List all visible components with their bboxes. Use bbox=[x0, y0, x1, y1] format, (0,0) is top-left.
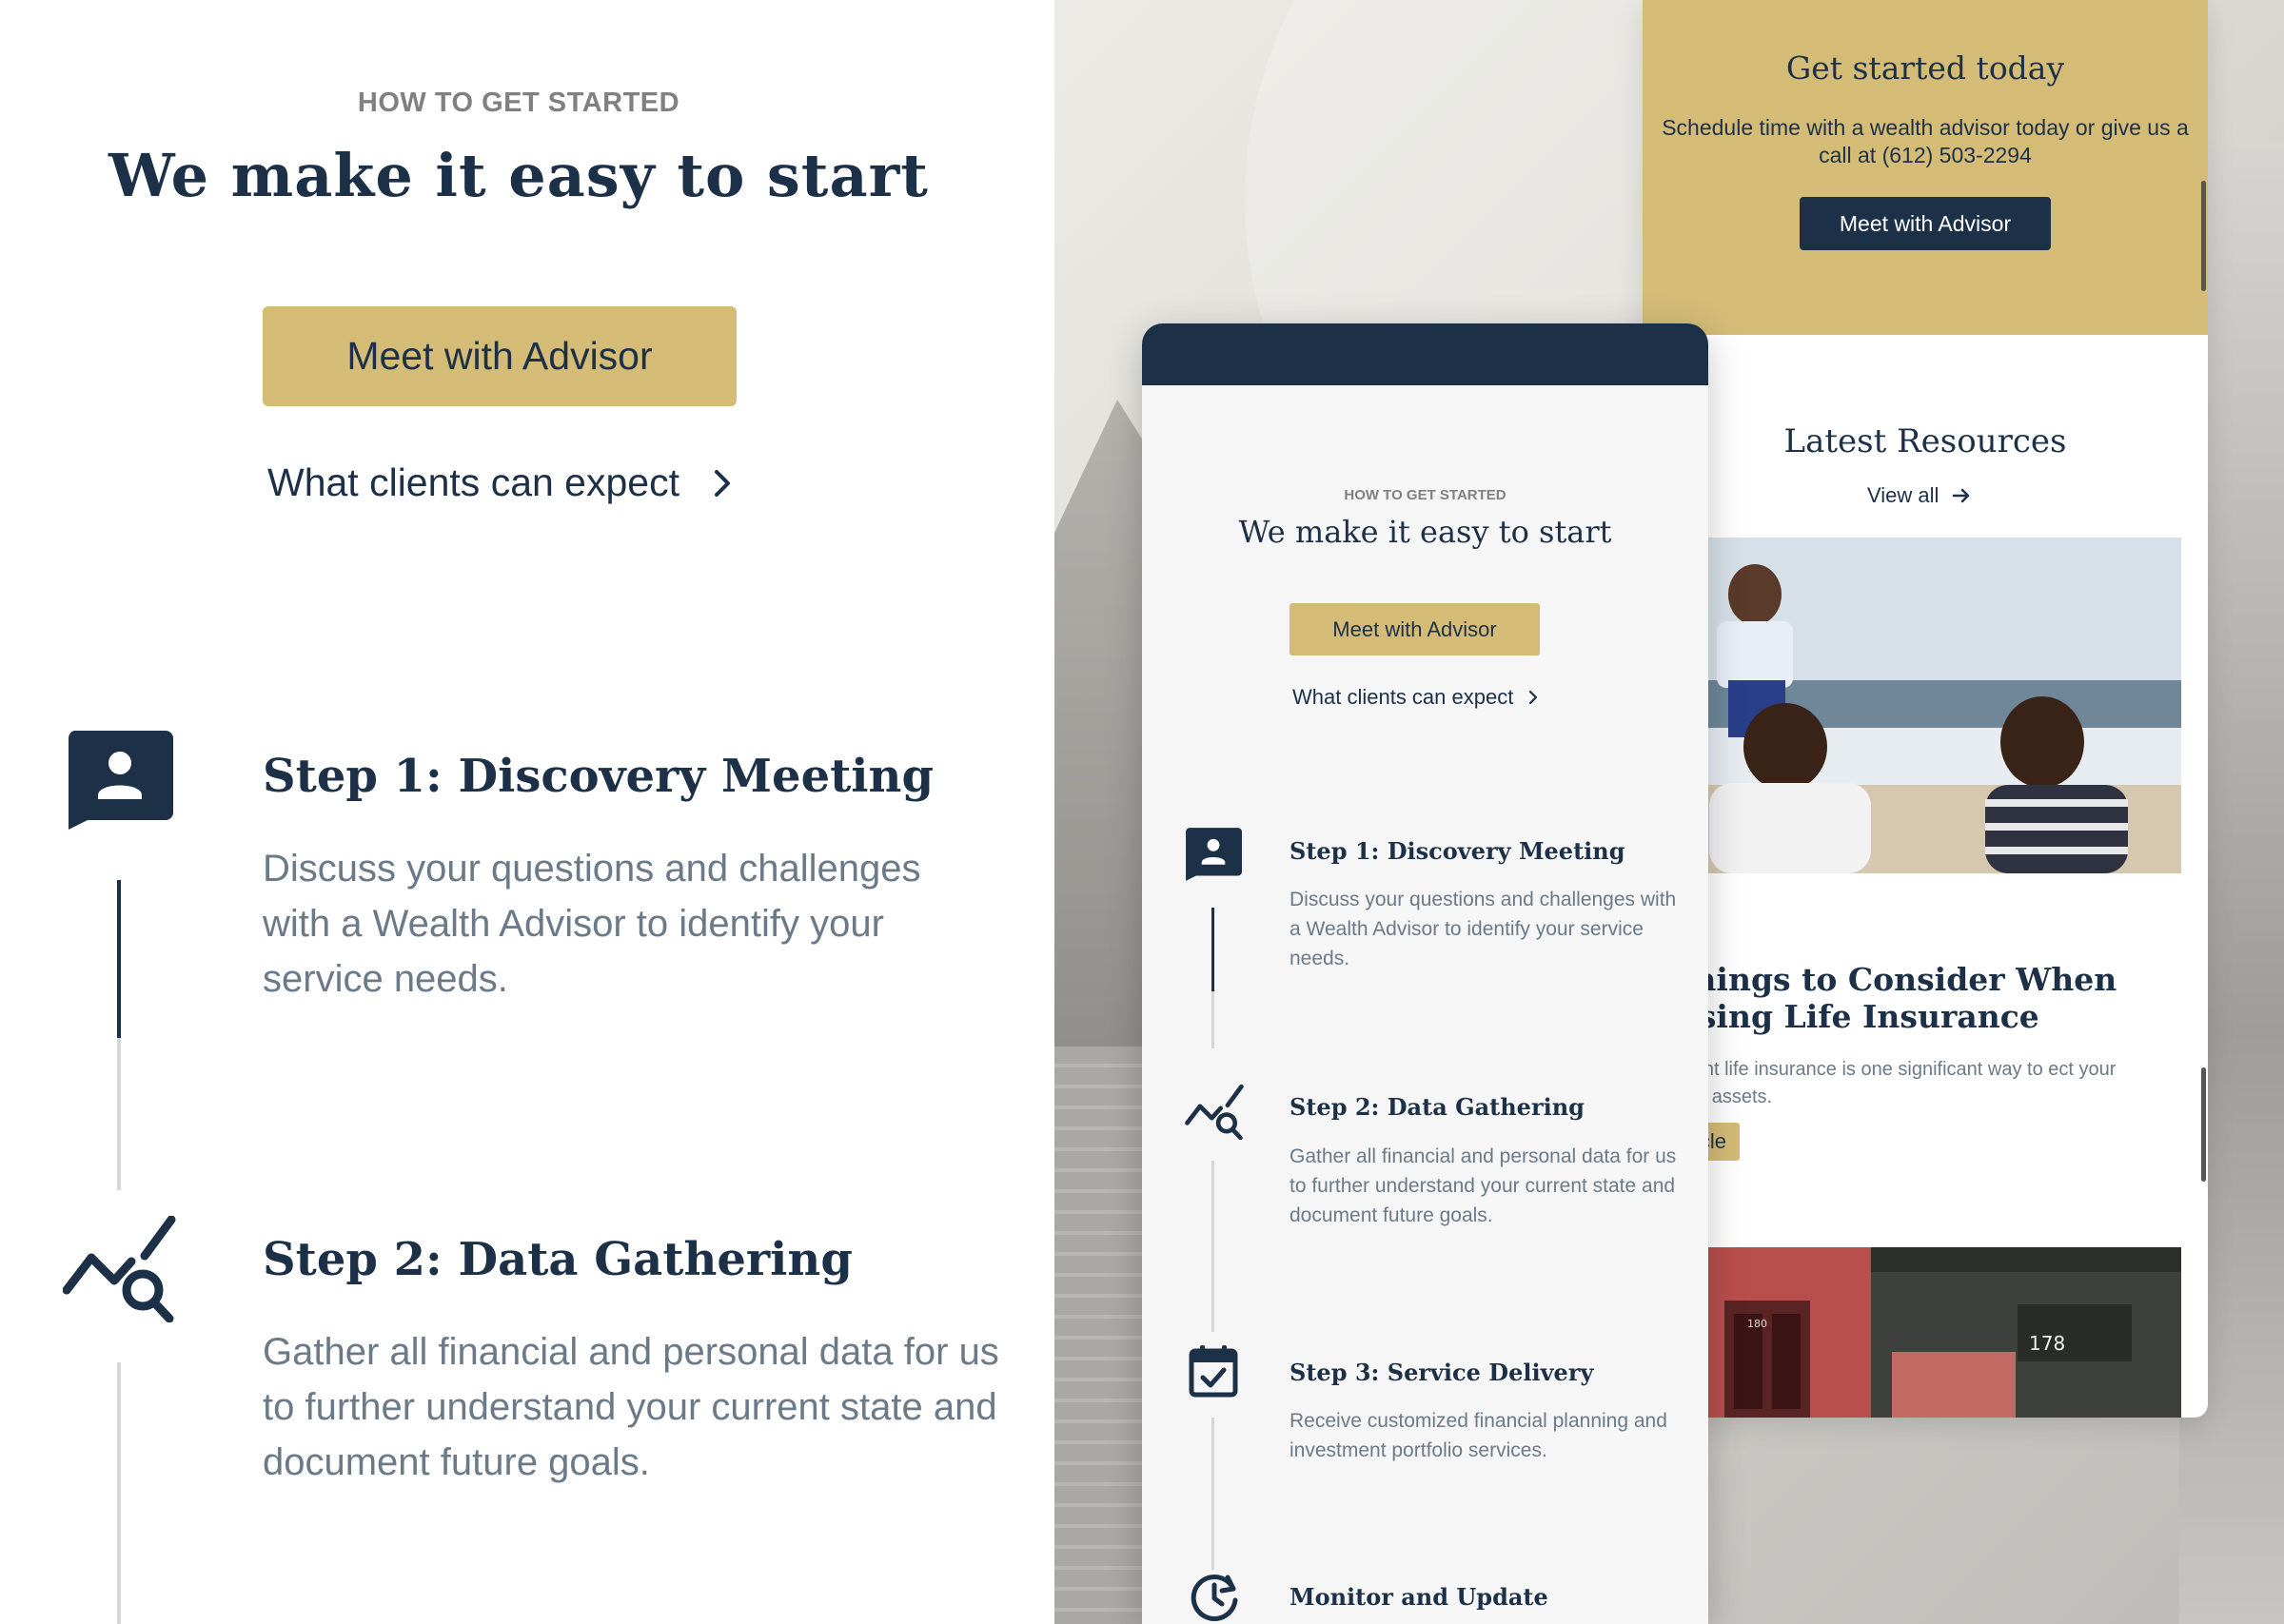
arrow-right-icon bbox=[1953, 488, 1970, 503]
chat-person-icon bbox=[1186, 828, 1242, 881]
article-photo-storefront[interactable]: 180 178 bbox=[1643, 1247, 2181, 1418]
phone-step1-progress-line bbox=[1211, 908, 1214, 991]
view-all-label: View all bbox=[1867, 483, 1939, 507]
door-number-178: 178 bbox=[2029, 1332, 2065, 1355]
tablet-scrollbar-thumb-lower[interactable] bbox=[2201, 1067, 2206, 1182]
chart-search-icon bbox=[63, 1216, 176, 1322]
left-panel: HOW TO GET STARTED We make it easy to st… bbox=[0, 0, 1054, 1624]
phone-screen: HOW TO GET STARTED We make it easy to st… bbox=[1142, 323, 1708, 1624]
phone-what-clients-expect-link[interactable]: What clients can expect bbox=[1292, 685, 1538, 710]
chat-person-icon bbox=[68, 731, 173, 830]
article-photo-family[interactable] bbox=[1643, 538, 2181, 873]
banner-text: Schedule time with a wealth advisor toda… bbox=[1662, 115, 2189, 167]
phone-title: We make it easy to start bbox=[1238, 514, 1612, 550]
get-started-banner: Get started today Schedule time with a w… bbox=[1643, 0, 2208, 335]
phone-step2-line bbox=[1211, 1161, 1214, 1332]
banner-meet-advisor-button[interactable]: Meet with Advisor bbox=[1800, 197, 2051, 250]
phone-top-bar bbox=[1142, 323, 1708, 385]
phone-step1-title: Step 1: Discovery Meeting bbox=[1290, 837, 1625, 865]
phone-step3-title: Step 3: Service Delivery bbox=[1290, 1359, 1594, 1386]
phone-link-label: What clients can expect bbox=[1292, 685, 1514, 709]
phone-step1-desc: Discuss your questions and challenges wi… bbox=[1290, 889, 1677, 969]
phone-step4-title: Monitor and Update bbox=[1290, 1583, 1548, 1611]
step1-line bbox=[117, 1038, 121, 1190]
phone-step3-line bbox=[1211, 1418, 1214, 1570]
link-label: What clients can expect bbox=[267, 460, 679, 504]
phone-step1-line bbox=[1211, 991, 1214, 1048]
phone-eyebrow: HOW TO GET STARTED bbox=[1344, 487, 1506, 503]
step1-title: Step 1: Discovery Meeting bbox=[263, 750, 934, 803]
door-number-180: 180 bbox=[1747, 1318, 1767, 1330]
step2-title: Step 2: Data Gathering bbox=[263, 1233, 853, 1286]
view-all-link[interactable]: View all bbox=[1867, 483, 1971, 508]
phone-step2-desc: Gather all financial and personal data f… bbox=[1290, 1145, 1677, 1226]
phone-step3-desc: Receive customized financial planning an… bbox=[1290, 1410, 1667, 1461]
article-title[interactable]: ur Things to Consider When rchasing Life… bbox=[1643, 961, 2191, 1035]
step1-progress-line bbox=[117, 880, 121, 1038]
banner-title: Get started today bbox=[1785, 49, 2065, 87]
step2-line bbox=[117, 1362, 121, 1624]
family-beach-image bbox=[1643, 538, 2181, 873]
chevron-right-icon bbox=[714, 469, 730, 497]
article-description: ing the right life insurance is one sign… bbox=[1643, 1059, 2117, 1107]
calendar-check-icon bbox=[1189, 1345, 1238, 1398]
clock-refresh-icon bbox=[1191, 1575, 1238, 1621]
page-title: We make it easy to start bbox=[108, 141, 929, 210]
tablet-scrollbar-thumb[interactable] bbox=[2201, 181, 2206, 291]
chart-search-icon bbox=[1185, 1085, 1244, 1140]
step1-desc: Discuss your questions and challenges wi… bbox=[263, 848, 921, 1000]
phone-step2-title: Step 2: Data Gathering bbox=[1290, 1093, 1585, 1121]
chevron-right-icon bbox=[1529, 690, 1538, 705]
phone-meet-advisor-button[interactable]: Meet with Advisor bbox=[1290, 603, 1540, 655]
storefront-image: 180 178 bbox=[1643, 1247, 2181, 1418]
step2-desc: Gather all financial and personal data f… bbox=[263, 1331, 999, 1483]
resources-title: Latest Resources bbox=[1783, 422, 2067, 460]
meet-advisor-button[interactable]: Meet with Advisor bbox=[263, 306, 737, 406]
what-clients-expect-link[interactable]: What clients can expect bbox=[267, 460, 733, 505]
eyebrow: HOW TO GET STARTED bbox=[357, 88, 680, 118]
tablet-screen: Get started today Schedule time with a w… bbox=[1643, 0, 2208, 1418]
